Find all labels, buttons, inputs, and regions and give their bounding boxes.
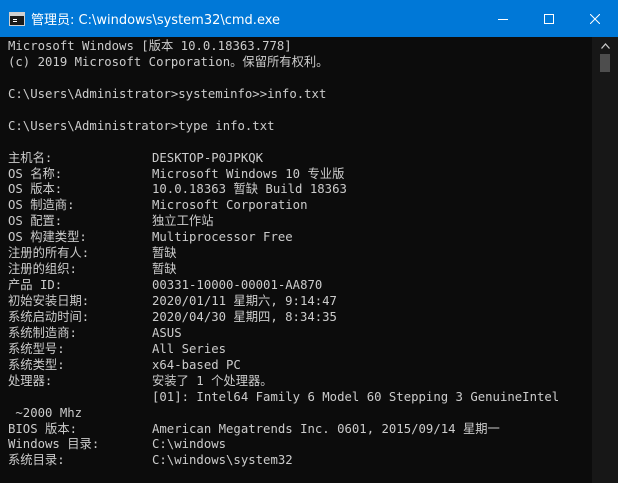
info-row: OS 制造商: Microsoft Corporation [8, 198, 592, 214]
info-key: OS 构建类型: [8, 230, 87, 245]
info-value: 00331-10000-00001-AA870 [152, 278, 323, 293]
info-key: BIOS 版本: [8, 421, 78, 436]
info-value: ASUS [152, 325, 182, 340]
scroll-up-button[interactable] [592, 37, 618, 54]
info-row: 注册的所有人: 暂缺 [8, 246, 592, 262]
info-value: 2020/04/30 星期四, 8:34:35 [152, 309, 337, 324]
console-command-line: C:\Users\Administrator>type info.txt [8, 118, 275, 133]
maximize-button[interactable] [526, 0, 572, 37]
info-key: 系统目录: [8, 453, 65, 468]
console-command-line: C:\Users\Administrator>systeminfo>>info.… [8, 86, 327, 101]
info-row: OS 配置: 独立工作站 [8, 214, 592, 230]
info-key: 初始安装日期: [8, 294, 90, 308]
info-row: 处理器: 安装了 1 个处理器。 [8, 374, 592, 390]
info-value: x64-based PC [152, 357, 241, 372]
info-value: 暂缺 [152, 262, 177, 277]
cmd-window: 管理员: C:\windows\system32\cmd.exe Microso… [0, 0, 618, 483]
info-row: 系统制造商: ASUS [8, 326, 592, 342]
console-line: Microsoft Windows [版本 10.0.18363.778] [8, 39, 292, 53]
close-button[interactable] [572, 0, 618, 37]
minimize-icon [498, 18, 508, 20]
maximize-icon [544, 13, 554, 24]
console-line: (c) 2019 Microsoft Corporation。保留所有权利。 [8, 54, 329, 69]
info-row: OS 名称: Microsoft Windows 10 专业版 [8, 167, 592, 183]
info-value: 暂缺 [152, 246, 177, 261]
info-key: 系统型号: [8, 341, 65, 356]
info-key: 系统制造商: [8, 325, 77, 340]
info-key: OS 名称: [8, 166, 63, 181]
scrollbar-thumb[interactable] [600, 54, 610, 72]
info-key: OS 版本: [8, 182, 63, 197]
info-key: 系统启动时间: [8, 309, 90, 324]
info-key: 产品 ID: [8, 278, 63, 293]
info-row: 主机名: DESKTOP-P0JPKQK [8, 151, 592, 167]
info-value: 10.0.18363 暂缺 Build 18363 [152, 182, 347, 197]
info-value: 2020/01/11 星期六, 9:14:47 [152, 294, 337, 308]
console-output[interactable]: Microsoft Windows [版本 10.0.18363.778] (c… [0, 37, 592, 483]
info-value: American Megatrends Inc. 0601, 2015/09/1… [152, 421, 500, 436]
info-row: 系统目录: C:\windows\system32 [8, 453, 592, 469]
minimize-button[interactable] [480, 0, 526, 37]
info-value: C:\windows [152, 437, 227, 452]
info-value: DESKTOP-P0JPKQK [152, 150, 264, 165]
info-value: [01]: Intel64 Family 6 Model 60 Stepping… [152, 389, 560, 404]
info-value: All Series [152, 341, 227, 356]
info-value: Microsoft Corporation [152, 198, 308, 213]
info-value: Microsoft Windows 10 专业版 [152, 166, 345, 181]
info-row: 系统型号: All Series [8, 342, 592, 358]
info-row: [01]: Intel64 Family 6 Model 60 Stepping… [8, 390, 592, 406]
info-row: OS 构建类型: Multiprocessor Free [8, 230, 592, 246]
info-value: Multiprocessor Free [152, 230, 293, 245]
info-key: 注册的所有人: [8, 246, 90, 261]
info-row: Windows 目录: C:\windows [8, 437, 592, 453]
info-key: 系统类型: [8, 357, 65, 372]
info-row: OS 版本: 10.0.18363 暂缺 Build 18363 [8, 182, 592, 198]
info-row: 注册的组织: 暂缺 [8, 262, 592, 278]
console-wrap-line: ~2000 Mhz [8, 405, 83, 420]
info-value: 独立工作站 [152, 214, 214, 229]
info-key: 处理器: [8, 373, 53, 388]
info-key [8, 390, 152, 406]
info-row: 产品 ID: 00331-10000-00001-AA870 [8, 278, 592, 294]
info-value: C:\windows\system32 [152, 453, 293, 468]
window-title: 管理员: C:\windows\system32\cmd.exe [31, 13, 280, 28]
info-row: 系统类型: x64-based PC [8, 358, 592, 374]
info-row: BIOS 版本: American Megatrends Inc. 0601, 2… [8, 422, 592, 438]
chevron-up-icon [600, 42, 610, 49]
info-row: 系统启动时间: 2020/04/30 星期四, 8:34:35 [8, 310, 592, 326]
close-icon [590, 13, 600, 24]
vertical-scrollbar[interactable] [592, 37, 618, 483]
info-key: OS 制造商: [8, 198, 75, 213]
info-key: 注册的组织: [8, 262, 77, 277]
info-key: Windows 目录: [8, 437, 100, 452]
info-key: OS 配置: [8, 214, 63, 229]
console-app-icon[interactable] [9, 11, 25, 26]
caption-buttons [480, 0, 618, 37]
title-bar[interactable]: 管理员: C:\windows\system32\cmd.exe [0, 0, 618, 37]
info-value: 安装了 1 个处理器。 [152, 373, 273, 388]
info-key: 主机名: [8, 150, 53, 165]
info-row: 初始安装日期: 2020/01/11 星期六, 9:14:47 [8, 294, 592, 310]
